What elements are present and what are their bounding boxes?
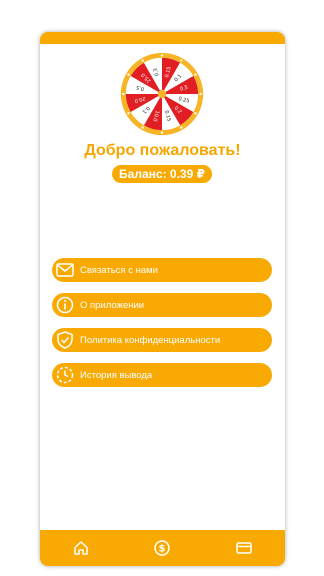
balance-badge: Баланс: 0.39 ₽ bbox=[112, 165, 212, 183]
clock-history-icon bbox=[56, 366, 74, 384]
privacy-policy-button[interactable]: Политика конфиденциальности bbox=[52, 328, 272, 352]
wheel-rim-dot bbox=[199, 92, 202, 96]
about-app-button[interactable]: О приложении bbox=[52, 293, 272, 317]
app-screen: 0.15 0.1 0.5 0.25 0.2 0.15 10.0 0.1 20.0 0.5 25.0 0… bbox=[40, 32, 285, 566]
wheel-rim-dot bbox=[180, 59, 183, 62]
home-icon bbox=[74, 541, 88, 555]
wheel-rim-dot bbox=[122, 92, 125, 96]
nav-money-button[interactable]: $ bbox=[151, 537, 173, 559]
menu-label: Связаться с нами bbox=[80, 264, 158, 276]
wheel-rim-dot bbox=[194, 73, 197, 76]
info-icon bbox=[56, 296, 74, 314]
menu-label: Политика конфиденциальности bbox=[80, 334, 221, 346]
wheel-rim-dot bbox=[180, 126, 183, 129]
shield-check-icon bbox=[56, 331, 74, 349]
withdraw-history-button[interactable]: История вывода bbox=[52, 363, 272, 387]
svg-text:$: $ bbox=[159, 544, 166, 555]
card-icon bbox=[236, 542, 252, 554]
contact-us-button[interactable]: Связаться с нами bbox=[52, 258, 272, 282]
wheel-rim-dot bbox=[194, 112, 197, 115]
top-bar bbox=[40, 32, 285, 44]
bottom-nav: $ bbox=[40, 530, 285, 566]
mail-icon bbox=[56, 261, 74, 279]
menu-label: История вывода bbox=[80, 369, 153, 381]
wheel-rim-dot bbox=[127, 112, 130, 115]
welcome-title: Добро пожаловать! bbox=[84, 142, 241, 159]
wheel-rim-dot bbox=[160, 131, 164, 134]
wheel-hub bbox=[157, 89, 167, 99]
nav-card-button[interactable] bbox=[233, 537, 255, 559]
menu-label: О приложении bbox=[80, 299, 145, 311]
menu-list: Связаться с нами О приложении Политика к… bbox=[52, 258, 272, 398]
dollar-icon: $ bbox=[154, 540, 171, 556]
wheel-rim-dot bbox=[127, 73, 130, 76]
wheel-rim-dot bbox=[141, 59, 144, 62]
fortune-wheel: 0.15 0.10.50.250.20.1510.00.120.00.525.0 0… bbox=[120, 52, 204, 136]
nav-home-button[interactable] bbox=[70, 537, 92, 559]
wheel-rim-dot bbox=[141, 126, 144, 129]
wheel-rim-dot bbox=[160, 54, 164, 57]
